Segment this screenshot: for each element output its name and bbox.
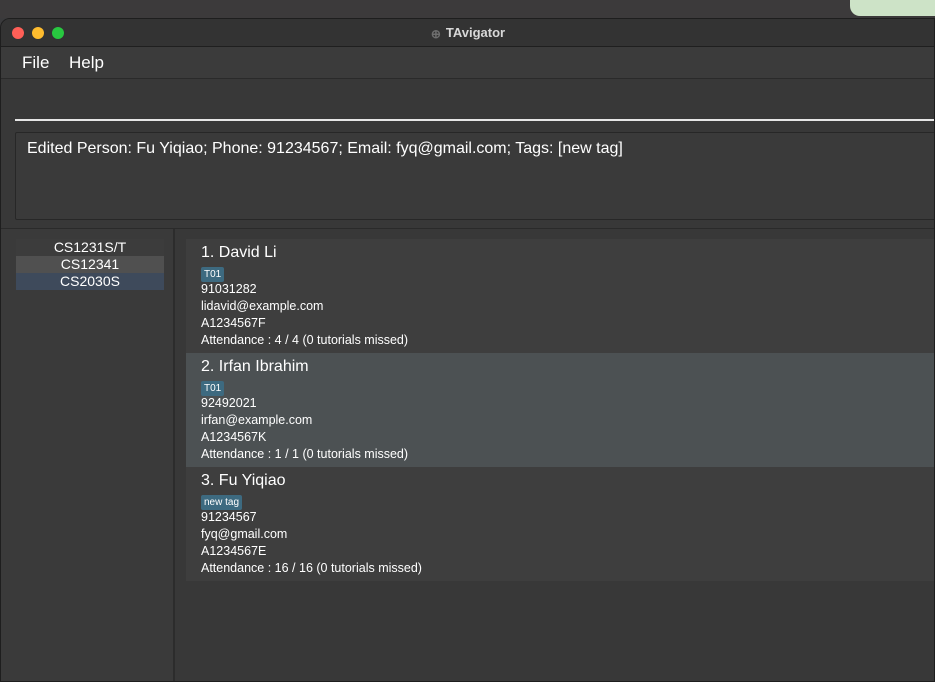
person-name: 3. Fu Yiqiao (201, 472, 286, 489)
class-item[interactable]: CS1231S/T (16, 239, 164, 256)
person-tag: T01 (201, 381, 225, 396)
person-attendance: Attendance : 1 / 1 (0 tutorials missed) (201, 447, 409, 461)
class-item-selected[interactable]: CS2030S (16, 273, 164, 290)
person-attendance: Attendance : 16 / 16 (0 tutorials missed… (201, 561, 422, 575)
window-title: TAvigator (445, 25, 506, 40)
person-card[interactable]: 3. Fu Yiqiao new tag 91234567 fyq@gmail.… (186, 467, 934, 581)
person-list-panel: 1. David Li T01 91031282 lidavid@example… (177, 229, 934, 681)
person-phone: 92492021 (201, 396, 257, 410)
person-phone: 91234567 (201, 510, 257, 524)
menu-help[interactable]: Help (69, 53, 104, 73)
person-name: 1. David Li (201, 244, 277, 261)
command-box (1, 80, 934, 122)
desktop-background (0, 0, 935, 18)
person-name: 2. Irfan Ibrahim (201, 358, 309, 375)
desktop-widget (850, 0, 935, 16)
result-text: Edited Person: Fu Yiqiao; Phone: 9123456… (27, 140, 623, 157)
result-display: Edited Person: Fu Yiqiao; Phone: 9123456… (15, 132, 934, 220)
class-item[interactable]: CS12341 (16, 256, 164, 273)
menu-file[interactable]: File (22, 53, 49, 73)
title-bar: ⊕ TAvigator (1, 19, 934, 47)
person-student-id: A1234567F (201, 316, 266, 330)
person-list: 1. David Li T01 91031282 lidavid@example… (186, 239, 934, 581)
person-email: fyq@gmail.com (201, 527, 288, 541)
person-student-id: A1234567E (201, 544, 267, 558)
person-email: irfan@example.com (201, 413, 313, 427)
app-window: ⊕ TAvigator File Help Edited Person: Fu Y… (0, 18, 935, 682)
person-phone: 91031282 (201, 282, 257, 296)
person-email: lidavid@example.com (201, 299, 324, 313)
window-title-area: ⊕ TAvigator (1, 25, 934, 40)
person-student-id: A1234567K (201, 430, 267, 444)
person-card[interactable]: 1. David Li T01 91031282 lidavid@example… (186, 239, 934, 353)
person-card[interactable]: 2. Irfan Ibrahim T01 92492021 irfan@exam… (186, 353, 934, 467)
person-tag: T01 (201, 267, 225, 282)
class-list: CS1231S/T CS12341 CS2030S (16, 239, 164, 290)
app-icon: ⊕ (430, 27, 441, 41)
command-input[interactable] (15, 80, 934, 121)
person-attendance: Attendance : 4 / 4 (0 tutorials missed) (201, 333, 409, 347)
menu-bar: File Help (1, 47, 934, 79)
class-list-panel: CS1231S/T CS12341 CS2030S (1, 229, 175, 681)
person-tag: new tag (201, 495, 243, 510)
